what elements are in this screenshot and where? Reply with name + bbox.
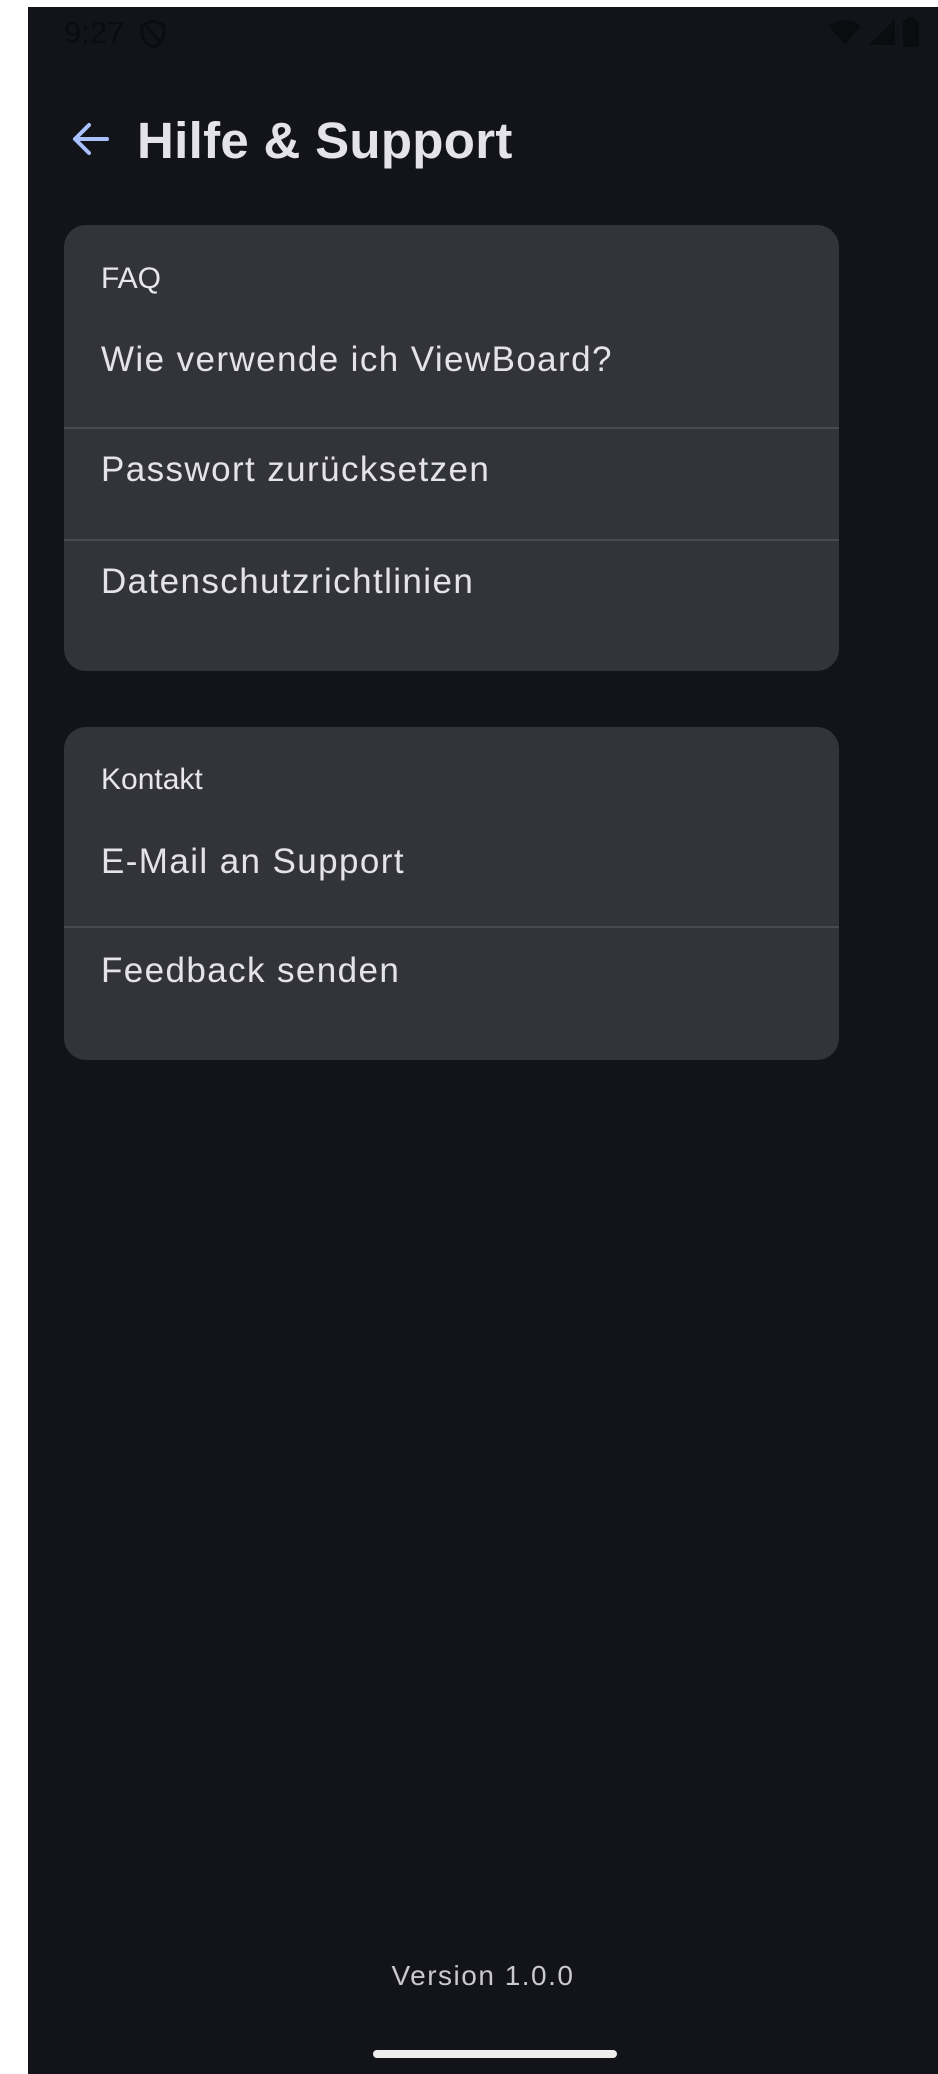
cellular-icon (868, 18, 896, 46)
status-time: 9:27 (64, 15, 125, 50)
contact-card: Kontakt E-Mail an Support Feedback sende… (64, 727, 839, 1060)
faq-item-privacy-policy[interactable]: Datenschutzrichtlinien (64, 541, 839, 653)
faq-card: FAQ Wie verwende ich ViewBoard? Passwort… (64, 225, 839, 671)
contact-item-email-support[interactable]: E-Mail an Support (64, 811, 839, 923)
version-label: Version 1.0.0 (391, 1960, 575, 1991)
list-item-label: Wie verwende ich ViewBoard? (101, 340, 613, 379)
back-button[interactable] (66, 117, 114, 165)
wifi-icon (828, 18, 862, 46)
list-item-label: Datenschutzrichtlinien (101, 562, 475, 601)
faq-item-viewboard[interactable]: Wie verwende ich ViewBoard? (64, 309, 839, 421)
list-item-label: E-Mail an Support (101, 842, 405, 881)
top-app-bar: Hilfe & Support (28, 97, 938, 187)
battery-icon (902, 17, 920, 47)
screen: 9:27 Hilfe & Support FAQ Wie verwende ic… (28, 7, 938, 2074)
section-title-contact: Kontakt (101, 763, 203, 796)
status-icons (828, 17, 920, 47)
shield-icon (139, 19, 167, 49)
home-indicator[interactable] (373, 2050, 617, 2058)
list-item-label: Passwort zurücksetzen (101, 450, 491, 489)
page-title: Hilfe & Support (137, 112, 513, 169)
arrow-left-icon (69, 118, 111, 164)
section-title-faq: FAQ (101, 262, 162, 295)
contact-item-send-feedback[interactable]: Feedback senden (64, 928, 839, 1040)
status-bar: 9:27 (28, 7, 938, 59)
list-item-label: Feedback senden (101, 951, 401, 990)
faq-item-password-reset[interactable]: Passwort zurücksetzen (64, 429, 839, 541)
